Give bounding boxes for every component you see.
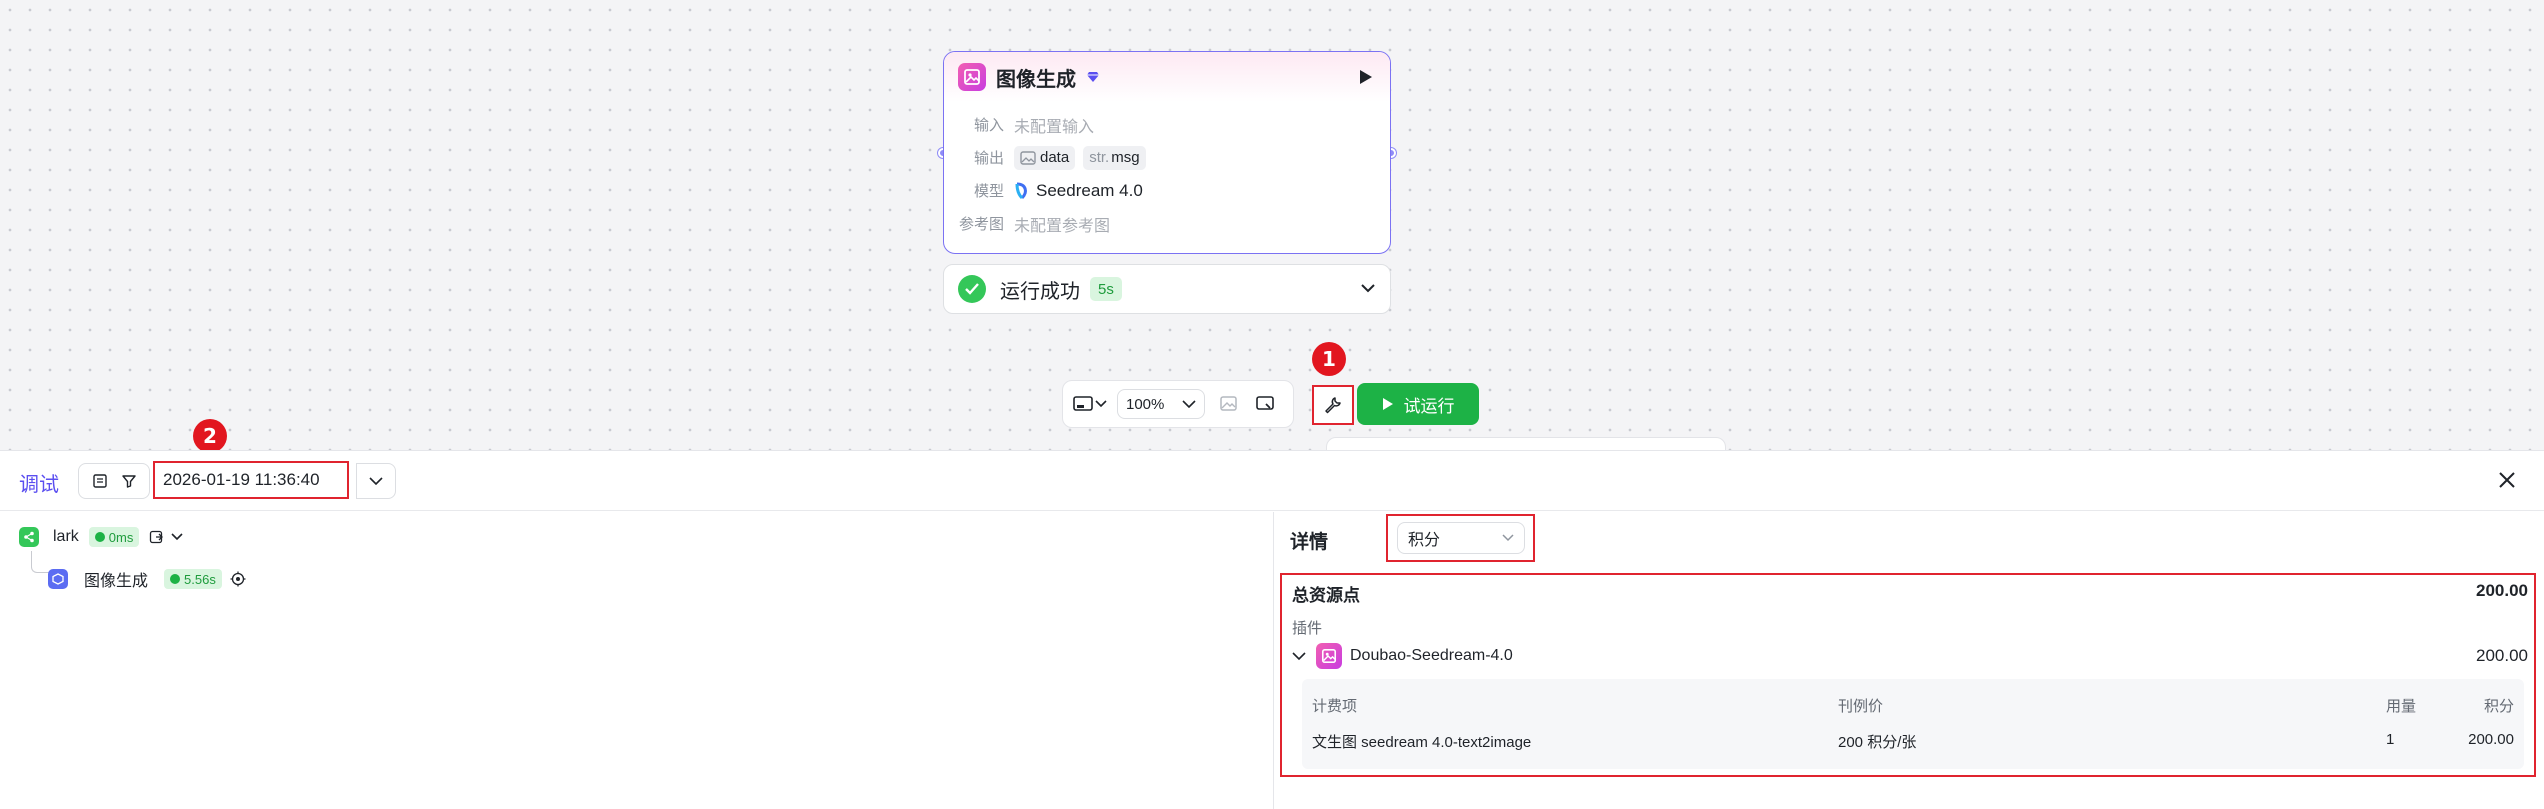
run-status-card[interactable]: 运行成功 5s [943,264,1391,314]
plugin-section-label: 插件 [1292,620,1323,637]
plugin-name: Doubao-Seedream-4.0 [1350,647,1513,664]
model-value: Seedream 4.0 [1036,180,1143,200]
tree-item-image-generation[interactable]: 图像生成 5.56s [48,567,246,591]
canvas-toolbar: 100% [1062,380,1294,428]
node-cube-icon [48,569,68,589]
unit-select-highlight: 积分 [1386,514,1535,562]
node-title: 图像生成 [996,68,1076,91]
unit-select[interactable]: 积分 [1397,522,1525,554]
plugin-row[interactable]: Doubao-Seedream-4.0 200.00 [1292,639,2528,673]
total-resource-row: 总资源点 200.00 [1292,581,2528,606]
row-usage: 1 [2386,731,2395,748]
run-status-text: 运行成功 [1000,280,1080,303]
row-points: 200.00 [2468,731,2514,748]
row-item: 文生图 seedream 4.0-text2image [1312,734,1532,751]
output-tag-msg: str. msg [1083,145,1146,170]
seedream-logo-icon [1015,182,1027,199]
trace-tree: lark 0ms 图像生成 5.56s [0,512,1274,809]
billing-table: 计费项 刊例价 用量 积分 文生图 seedream 4.0-text2imag… [1302,679,2524,769]
input-value: 未配置输入 [1014,118,1095,136]
row-price: 200 积分/张 [1838,734,1917,751]
marker-1: 1 [1312,342,1346,376]
debug-tool-button[interactable] [1312,385,1354,425]
total-label: 总资源点 [1292,586,1360,605]
zoom-value: 100% [1126,395,1165,413]
chevron-down-icon [369,477,383,485]
image-icon [1316,643,1342,669]
detail-title: 详情 [1290,532,1329,553]
zoom-select[interactable]: 100% [1117,389,1205,419]
minimap-icon [1073,396,1093,411]
tree-item-label: lark [53,528,79,545]
debug-panel: 调试 2026-01-19 11:36:40 lark 0ms 图像生成 5.5… [0,450,2544,809]
image-icon [958,63,986,91]
minimap-toggle[interactable] [1073,395,1107,413]
column-header-usage: 用量 [2386,698,2417,715]
play-icon [1382,398,1393,410]
ref-label: 参考图 [958,216,1004,233]
chevron-down-icon [1502,534,1514,542]
node-input-row: 输入 未配置输入 [958,108,1376,141]
chevron-down-icon[interactable] [171,533,183,541]
tree-item-time: 5.56s [164,569,222,589]
wrench-icon [1325,397,1341,414]
model-label: 模型 [973,183,1004,200]
diamond-icon [1087,72,1099,82]
output-label: 输出 [973,150,1004,167]
image-generation-node[interactable]: 图像生成 输入 未配置输入 输出 data str. msg 模型 Seedrea… [943,51,1391,254]
tree-item-lark[interactable]: lark 0ms [19,527,183,547]
column-header-item: 计费项 [1312,698,1358,715]
export-icon[interactable] [149,530,164,544]
list-view-icon[interactable] [92,473,108,489]
run-duration-badge: 5s [1090,277,1122,301]
output-tag-data: data [1014,145,1076,170]
trial-run-button[interactable]: 试运行 [1357,383,1479,425]
node-header: 图像生成 [944,52,1390,102]
tree-item-label: 图像生成 [84,573,149,590]
share-icon [19,527,39,547]
total-value: 200.00 [2476,581,2528,600]
chevron-down-icon [1095,400,1107,408]
timestamp-dropdown[interactable] [356,463,396,499]
run-timestamp[interactable]: 2026-01-19 11:36:40 [153,461,349,499]
column-header-price: 刊例价 [1838,698,1884,715]
tree-item-time: 0ms [88,527,140,547]
check-circle-icon [958,275,986,303]
node-model-row: 模型 Seedream 4.0 [958,174,1376,207]
chevron-down-icon [1182,400,1196,408]
input-label: 输入 [973,117,1004,134]
debug-header: 调试 2026-01-19 11:36:40 [0,451,2544,511]
unit-value: 积分 [1408,532,1441,549]
picture-icon [1020,150,1036,165]
column-header-points: 积分 [2483,698,2514,715]
node-output-row: 输出 data str. msg [958,141,1376,174]
billing-detail: 总资源点 200.00 插件 Doubao-Seedream-4.0 200.0… [1280,573,2536,777]
play-icon[interactable] [1356,67,1376,87]
ref-value: 未配置参考图 [1014,217,1111,235]
marker-2: 2 [193,419,227,453]
trial-run-label: 试运行 [1403,396,1455,416]
chevron-down-icon[interactable] [1360,280,1376,298]
comment-icon[interactable] [1255,395,1275,413]
image-export-icon[interactable] [1219,395,1239,413]
target-icon[interactable] [230,571,246,587]
node-ref-row: 参考图 未配置参考图 [958,207,1376,240]
filter-icon[interactable] [121,473,137,489]
close-icon[interactable] [2494,467,2520,493]
view-toggle [78,463,150,499]
debug-title: 调试 [19,474,59,496]
plugin-amount: 200.00 [2476,646,2528,665]
chevron-down-icon [1292,651,1306,660]
